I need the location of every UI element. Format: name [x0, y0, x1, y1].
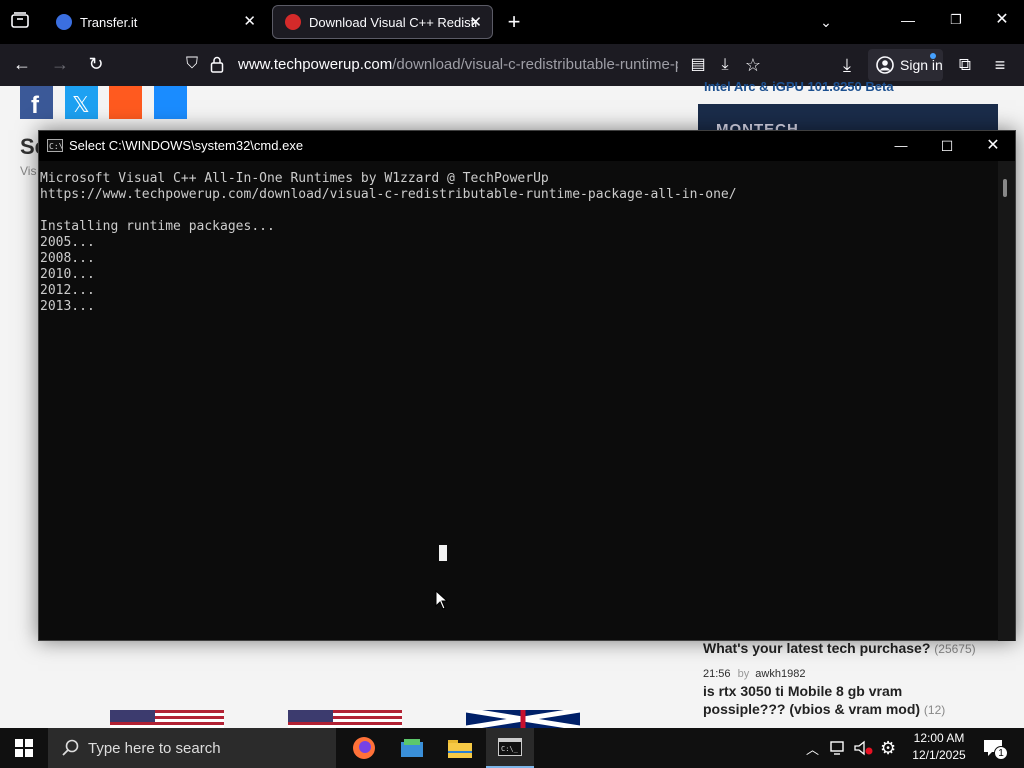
- settings-gear-icon[interactable]: ⚙: [880, 728, 896, 768]
- tab-visual-cpp[interactable]: Download Visual C++ Redistrib ✕: [272, 5, 493, 39]
- forum-thread-count: (25675): [934, 642, 976, 656]
- sign-in-button[interactable]: Sign in: [868, 49, 943, 81]
- account-icon: [876, 56, 894, 74]
- cmd-line: [39, 203, 999, 219]
- cmd-line: 2012...: [40, 283, 95, 298]
- scrollbar-thumb[interactable]: [1003, 179, 1007, 197]
- cmd-line: Microsoft Visual C++ All-In-One Runtimes…: [40, 171, 549, 186]
- cmd-line: https://www.techpowerup.com/download/vis…: [40, 187, 737, 202]
- taskbar: Type here to search C:\_ ︿ ⚙ 12:00 AM 12…: [0, 728, 1024, 768]
- cmd-line: 2010...: [40, 267, 95, 282]
- restore-icon[interactable]: ❐: [936, 0, 976, 40]
- svg-text:C:\_: C:\_: [501, 745, 519, 753]
- minimize-icon[interactable]: —: [888, 0, 928, 40]
- us-flag-icon[interactable]: [288, 710, 402, 728]
- techpowerup-favicon-icon: [285, 14, 301, 30]
- shield-icon[interactable]: ⛉: [176, 44, 208, 84]
- taskbar-app[interactable]: [388, 728, 436, 768]
- new-tab-icon[interactable]: +: [496, 2, 532, 42]
- search-icon: [62, 739, 79, 756]
- app-icon: [401, 739, 423, 757]
- forum-user[interactable]: awkh1982: [755, 668, 805, 680]
- chevron-down-icon[interactable]: ⌄: [808, 2, 844, 42]
- cmd-output[interactable]: Microsoft Visual C++ All-In-One Runtimes…: [39, 171, 999, 315]
- cmd-line: 2013...: [40, 299, 95, 314]
- taskbar-search[interactable]: Type here to search: [48, 728, 336, 768]
- share-icon[interactable]: [154, 86, 187, 119]
- reload-icon[interactable]: ↻: [78, 44, 114, 84]
- close-icon[interactable]: ✕: [469, 13, 482, 31]
- cmd-line: Installing runtime packages...: [40, 219, 275, 234]
- svg-text:f: f: [31, 92, 40, 119]
- cmd-scrollbar[interactable]: [998, 161, 1015, 641]
- forum-meta: 21:56 by awkh1982: [703, 668, 805, 680]
- svg-text:C:\: C:\: [49, 142, 62, 151]
- browser-tab-bar: Transfer.it ✕ Download Visual C++ Redist…: [0, 0, 1024, 44]
- taskbar-clock[interactable]: 12:00 AM 12/1/2025: [904, 730, 974, 764]
- forward-icon[interactable]: →: [42, 44, 78, 84]
- forum-by: by: [737, 668, 750, 680]
- clock-date: 12/1/2025: [912, 748, 966, 762]
- transfer-favicon-icon: [56, 14, 72, 30]
- cmd-title-bar[interactable]: C:\ Select C:\WINDOWS\system32\cmd.exe —…: [39, 131, 1015, 161]
- forum-thread-title: What's your latest tech purchase?: [703, 640, 931, 656]
- close-icon[interactable]: ✕: [243, 12, 256, 30]
- cmd-icon: C:\: [47, 139, 63, 152]
- windows-logo-icon: [15, 739, 33, 757]
- terminal-icon: C:\_: [498, 738, 522, 756]
- cmd-line: 2005...: [40, 235, 95, 250]
- folder-icon: [448, 740, 472, 758]
- facebook-share-icon[interactable]: f: [20, 86, 53, 119]
- extensions-icon[interactable]: ⧉: [952, 45, 978, 85]
- close-window-icon[interactable]: ✕: [982, 0, 1022, 40]
- forum-thread-link[interactable]: is rtx 3050 ti Mobile 8 gb vram possiple…: [703, 682, 973, 719]
- volume-muted-icon[interactable]: [854, 728, 874, 768]
- reddit-share-icon[interactable]: [109, 86, 142, 119]
- tray-chevron-up-icon[interactable]: ︿: [806, 728, 819, 768]
- mouse-pointer-icon: [435, 589, 449, 615]
- firefox-icon: [353, 737, 375, 759]
- url-path: /download/visual-c-redistributable-runti…: [392, 56, 678, 73]
- tab-list-icon[interactable]: [0, 2, 40, 42]
- close-icon[interactable]: ✕: [973, 126, 1013, 166]
- taskbar-firefox[interactable]: [340, 728, 388, 768]
- taskbar-file-explorer[interactable]: [436, 728, 484, 768]
- x-share-icon[interactable]: 𝕏: [65, 86, 98, 119]
- lock-icon[interactable]: [210, 56, 224, 78]
- forum-thread-link[interactable]: What's your latest tech purchase? (25675…: [703, 640, 976, 656]
- start-button[interactable]: [0, 728, 48, 768]
- network-icon[interactable]: [830, 728, 848, 768]
- sign-in-label: Sign in: [900, 57, 943, 73]
- cmd-title: Select C:\WINDOWS\system32\cmd.exe: [69, 138, 304, 153]
- forum-thread-count: (12): [923, 703, 946, 717]
- tab-transfer[interactable]: Transfer.it ✕: [44, 5, 266, 39]
- back-icon[interactable]: ←: [4, 44, 40, 84]
- text-cursor: [439, 545, 447, 561]
- clock-time: 12:00 AM: [913, 731, 965, 745]
- url-host: www.techpowerup.com: [238, 56, 393, 73]
- notifications-icon[interactable]: 1: [982, 728, 1008, 768]
- taskbar-cmd[interactable]: C:\_: [486, 728, 534, 768]
- tab-label: Download Visual C++ Redistrib: [309, 14, 477, 30]
- cmd-window[interactable]: C:\ Select C:\WINDOWS\system32\cmd.exe —…: [38, 130, 1016, 641]
- maximize-icon[interactable]: ☐: [927, 126, 967, 166]
- forum-thread-title: is rtx 3050 ti Mobile 8 gb vram possiple…: [703, 683, 921, 717]
- forum-time: 21:56: [703, 668, 731, 680]
- uk-flag-icon[interactable]: [465, 707, 581, 731]
- menu-icon[interactable]: ≡: [986, 45, 1014, 85]
- sidebar-news-link[interactable]: Intel Arc & iGPU 101.8250 Beta: [704, 79, 894, 94]
- notification-badge: 1: [994, 746, 1008, 760]
- search-placeholder: Type here to search: [88, 739, 221, 757]
- page-subheading: Vis: [20, 164, 37, 178]
- notification-dot-icon: [930, 53, 936, 59]
- url-bar[interactable]: www.techpowerup.com/download/visual-c-re…: [238, 56, 678, 73]
- minimize-icon[interactable]: —: [881, 126, 921, 166]
- us-flag-icon[interactable]: [110, 710, 224, 728]
- tab-label: Transfer.it: [80, 14, 138, 30]
- svg-text:𝕏: 𝕏: [72, 92, 90, 117]
- cmd-line: 2008...: [40, 251, 95, 266]
